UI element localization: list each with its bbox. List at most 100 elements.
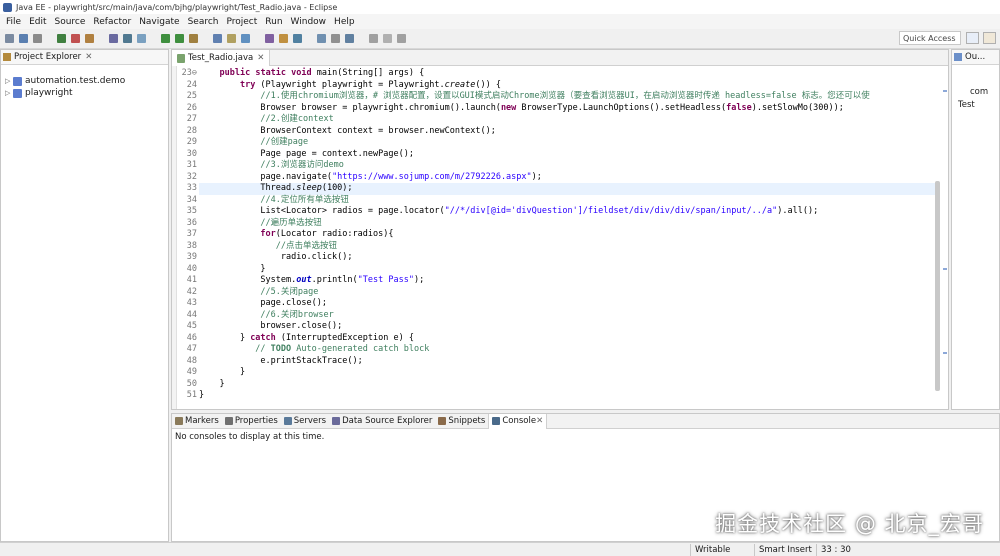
code-line[interactable]: //创建page	[199, 137, 937, 149]
code-line-current[interactable]: Thread.sleep(100);	[199, 183, 937, 195]
code-area[interactable]: public static void main(String[] args) {…	[197, 66, 937, 409]
tab-properties[interactable]: Properties	[222, 414, 281, 429]
code-line[interactable]: //点击单选按钮	[199, 241, 937, 253]
code-line[interactable]: //2.创建context	[199, 114, 937, 126]
code-line[interactable]: try (Playwright playwright = Playwright.…	[199, 80, 937, 92]
line-number: 26	[186, 102, 197, 113]
new-icon[interactable]	[5, 34, 14, 43]
tree-item-project[interactable]: ▷ automation.test.demo	[1, 75, 168, 87]
code-line[interactable]: for(Locator radio:radios){	[199, 229, 937, 241]
new-java-class-icon[interactable]	[213, 34, 222, 43]
console-icon	[492, 417, 501, 425]
menu-edit[interactable]: Edit	[25, 17, 50, 27]
menu-source[interactable]: Source	[51, 17, 90, 27]
code-line[interactable]: // TODO Auto-generated catch block	[199, 344, 937, 356]
code-line[interactable]: }	[199, 390, 937, 402]
close-icon[interactable]: ✕	[536, 416, 543, 426]
perspective-java-icon[interactable]	[983, 32, 996, 44]
close-icon[interactable]: ✕	[257, 53, 264, 63]
overview-ruler-mark[interactable]	[943, 352, 947, 354]
tree-item-project[interactable]: ▷ playwright	[1, 87, 168, 99]
code-line[interactable]: //遍历单选按钮	[199, 218, 937, 230]
code-line[interactable]: }	[199, 379, 937, 391]
code-line[interactable]: //6.关闭browser	[199, 310, 937, 322]
code-line[interactable]: browser.close();	[199, 321, 937, 333]
save-icon[interactable]	[19, 34, 28, 43]
code-line[interactable]: }	[199, 264, 937, 276]
outline-item[interactable]: Test	[952, 100, 999, 113]
code-line[interactable]: BrowserContext context = browser.newCont…	[199, 126, 937, 138]
menu-navigate[interactable]: Navigate	[135, 17, 183, 27]
tab-markers[interactable]: Markers	[172, 414, 222, 429]
menu-project[interactable]: Project	[222, 17, 261, 27]
markers-icon	[175, 417, 183, 425]
build-icon[interactable]	[85, 34, 94, 43]
print-icon[interactable]	[33, 34, 42, 43]
code-line[interactable]: radio.click();	[199, 252, 937, 264]
java-package-icon[interactable]	[241, 34, 250, 43]
pin-icon[interactable]	[397, 34, 406, 43]
project-explorer-tab[interactable]: Project Explorer ✕	[1, 50, 168, 65]
menu-search[interactable]: Search	[184, 17, 223, 27]
open-type-icon[interactable]	[123, 34, 132, 43]
forward-icon[interactable]	[383, 34, 392, 43]
code-line[interactable]: page.close();	[199, 298, 937, 310]
perspective-java-ee-icon[interactable]	[966, 32, 979, 44]
editor-pane: Test_Radio.java ✕ 23⊖ 24 25 26 27 28 29 30 31 32 3…	[171, 49, 949, 410]
code-line[interactable]: Page page = context.newPage();	[199, 149, 937, 161]
menu-help[interactable]: Help	[330, 17, 359, 27]
tab-servers[interactable]: Servers	[281, 414, 329, 429]
menu-refactor[interactable]: Refactor	[89, 17, 135, 27]
title-bar: Java EE - playwright/src/main/java/com/b…	[0, 0, 1000, 14]
toggle-mark-icon[interactable]	[293, 34, 302, 43]
snippets-icon	[438, 417, 447, 425]
next-annotation-icon[interactable]	[317, 34, 326, 43]
code-line[interactable]: //1.使用chromium浏览器，# 浏览器配置，设置以GUI模式启动Chro…	[199, 91, 937, 103]
line-number: 47	[186, 344, 197, 354]
search-icon[interactable]	[137, 34, 146, 43]
server-icon[interactable]	[109, 34, 118, 43]
code-line[interactable]: //5.关闭page	[199, 287, 937, 299]
chevron-right-icon[interactable]: ▷	[5, 77, 13, 85]
code-line[interactable]: List<Locator> radios = page.locator("//*…	[199, 206, 937, 218]
editor-tab-test-radio[interactable]: Test_Radio.java ✕	[172, 50, 271, 66]
external-tools-icon[interactable]	[189, 34, 198, 43]
overview-ruler-mark[interactable]	[943, 90, 947, 92]
link-icon[interactable]	[265, 34, 274, 43]
overview-ruler-mark[interactable]	[943, 268, 947, 270]
line-number: 27	[186, 114, 197, 124]
chevron-right-icon[interactable]: ▷	[5, 89, 13, 97]
menu-run[interactable]: Run	[261, 17, 286, 27]
close-icon[interactable]: ✕	[85, 52, 92, 62]
tab-console[interactable]: Console ✕	[488, 413, 548, 429]
code-line[interactable]: public static void main(String[] args) {	[199, 68, 937, 80]
code-line[interactable]: e.printStackTrace();	[199, 356, 937, 368]
quick-access-input[interactable]: Quick Access	[899, 31, 961, 45]
outline-tab[interactable]: Ou...	[952, 50, 999, 65]
code-line[interactable]: //4.定位所有单选按钮	[199, 195, 937, 207]
code-line[interactable]: }	[199, 367, 937, 379]
annotation-icon[interactable]	[279, 34, 288, 43]
code-line[interactable]: page.navigate("https://www.sojump.com/m/…	[199, 172, 937, 184]
menu-window[interactable]: Window	[287, 17, 331, 27]
run-config-icon[interactable]	[175, 34, 184, 43]
code-line[interactable]: Browser browser = playwright.chromium().…	[199, 103, 937, 115]
last-edit-icon[interactable]	[345, 34, 354, 43]
debug-icon[interactable]	[57, 34, 66, 43]
code-line[interactable]: //3.浏览器访问demo	[199, 160, 937, 172]
outline-item[interactable]: com	[952, 87, 999, 100]
editor-scrollbar[interactable]	[935, 181, 940, 391]
back-icon[interactable]	[369, 34, 378, 43]
tab-data-source-explorer[interactable]: Data Source Explorer	[329, 414, 435, 429]
line-number: 51	[186, 390, 197, 400]
stop-icon[interactable]	[71, 34, 80, 43]
status-insert-mode: Smart Insert	[754, 544, 814, 556]
tab-snippets[interactable]: Snippets	[435, 414, 488, 429]
menu-file[interactable]: File	[2, 17, 25, 27]
open-folder-icon[interactable]	[227, 34, 236, 43]
run-icon[interactable]	[161, 34, 170, 43]
code-line[interactable]: System.out.println("Test Pass");	[199, 275, 937, 287]
prev-annotation-icon[interactable]	[331, 34, 340, 43]
code-line[interactable]: } catch (InterruptedException e) {	[199, 333, 937, 345]
line-number: 35	[186, 206, 197, 216]
